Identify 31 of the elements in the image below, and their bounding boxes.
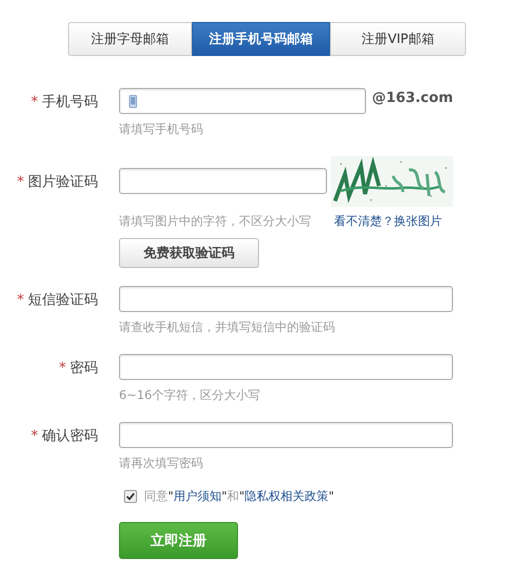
field-label: 确认密码 bbox=[42, 428, 98, 444]
phone-icon bbox=[129, 95, 137, 108]
agreement-text: 同意"用户须知"和"隐私权相关政策" bbox=[144, 488, 334, 505]
phone-field[interactable] bbox=[119, 88, 366, 114]
terms-link[interactable]: 用户须知 bbox=[174, 489, 222, 503]
tab[interactable]: 注册手机号码邮箱 bbox=[192, 22, 330, 56]
required-asterisk: * bbox=[59, 360, 66, 376]
input-field[interactable] bbox=[119, 354, 453, 380]
hint-text: 6~16个字符，区分大小写 bbox=[119, 387, 260, 404]
captcha-field[interactable] bbox=[119, 168, 327, 194]
get-code-button[interactable]: 免费获取验证码 bbox=[119, 238, 259, 268]
input-field[interactable] bbox=[119, 422, 453, 448]
hint-text: 请填写图片中的字符，不区分大小写 bbox=[119, 213, 312, 230]
field-label: 图片验证码 bbox=[28, 174, 98, 190]
refresh-captcha-link[interactable]: 看不清楚？换张图片 bbox=[334, 213, 442, 230]
field-label: 短信验证码 bbox=[28, 292, 98, 308]
agreement-checkbox[interactable] bbox=[124, 490, 137, 503]
required-asterisk: * bbox=[17, 174, 24, 190]
tab[interactable]: 注册字母邮箱 bbox=[68, 22, 192, 56]
hint-text: 请填写手机号码 bbox=[119, 121, 203, 138]
hint-text: 请查收手机短信，并填写短信中的验证码 bbox=[119, 319, 335, 336]
domain-suffix: @163.com bbox=[372, 90, 454, 106]
required-asterisk: * bbox=[31, 428, 38, 444]
tab[interactable]: 注册VIP邮箱 bbox=[330, 22, 466, 56]
required-asterisk: * bbox=[17, 292, 24, 308]
field-label: 密码 bbox=[70, 360, 98, 376]
hint-text: 请再次填写密码 bbox=[119, 455, 203, 472]
input-field[interactable] bbox=[119, 286, 453, 312]
required-asterisk: * bbox=[31, 94, 38, 110]
privacy-link[interactable]: 隐私权相关政策 bbox=[244, 489, 329, 503]
field-label: 手机号码 bbox=[42, 94, 98, 110]
